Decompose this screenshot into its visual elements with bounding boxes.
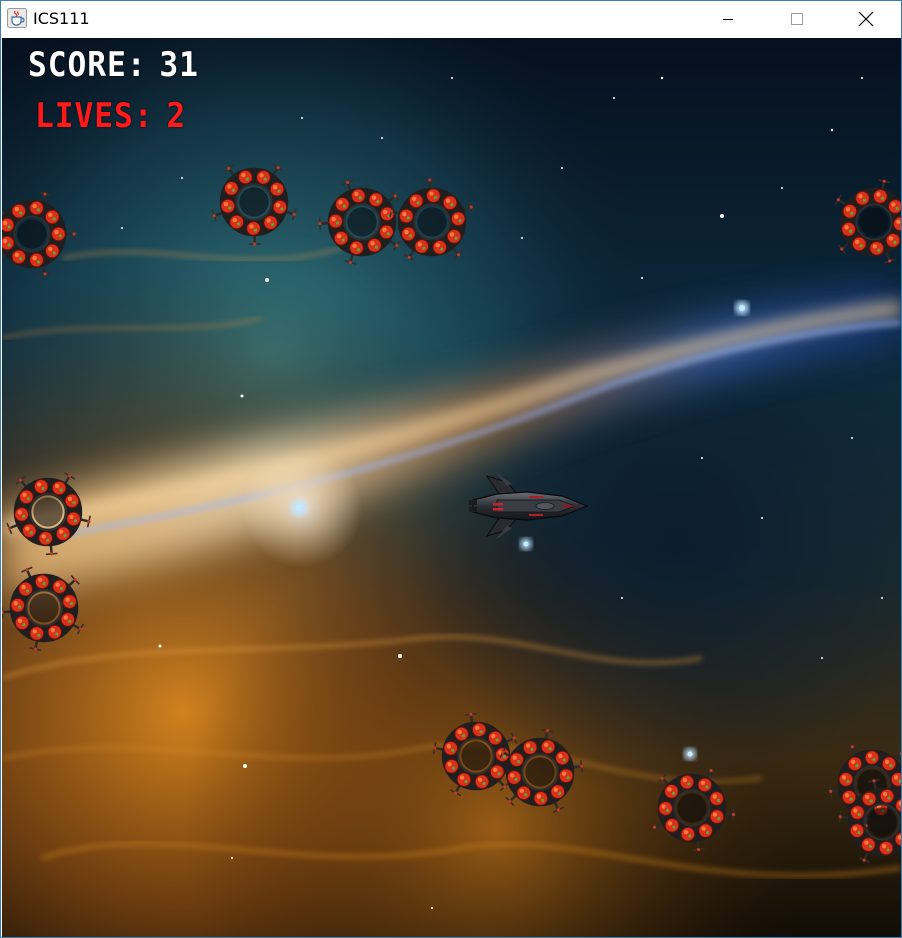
title-bar[interactable]: ICS111 — [1, 1, 901, 37]
game-window: ICS111 SCORE: 31 LIVES: 2 — [0, 0, 902, 938]
lives-display: LIVES: 2 — [35, 99, 186, 133]
maximize-button[interactable] — [774, 1, 820, 37]
space-nebula-background — [2, 38, 901, 937]
close-icon — [858, 11, 874, 27]
score-label: SCORE: — [28, 45, 147, 85]
java-cup-icon — [7, 8, 27, 28]
maximize-icon — [791, 13, 803, 25]
score-display: SCORE: 31 — [28, 48, 199, 82]
close-button[interactable] — [843, 1, 889, 37]
minimize-button[interactable] — [705, 1, 751, 37]
lives-label: LIVES: — [35, 96, 154, 136]
game-canvas[interactable]: SCORE: 31 LIVES: 2 — [2, 38, 901, 937]
window-title: ICS111 — [33, 9, 90, 28]
score-value: 31 — [159, 45, 199, 85]
minimize-icon — [723, 19, 733, 20]
lives-value: 2 — [166, 96, 187, 136]
